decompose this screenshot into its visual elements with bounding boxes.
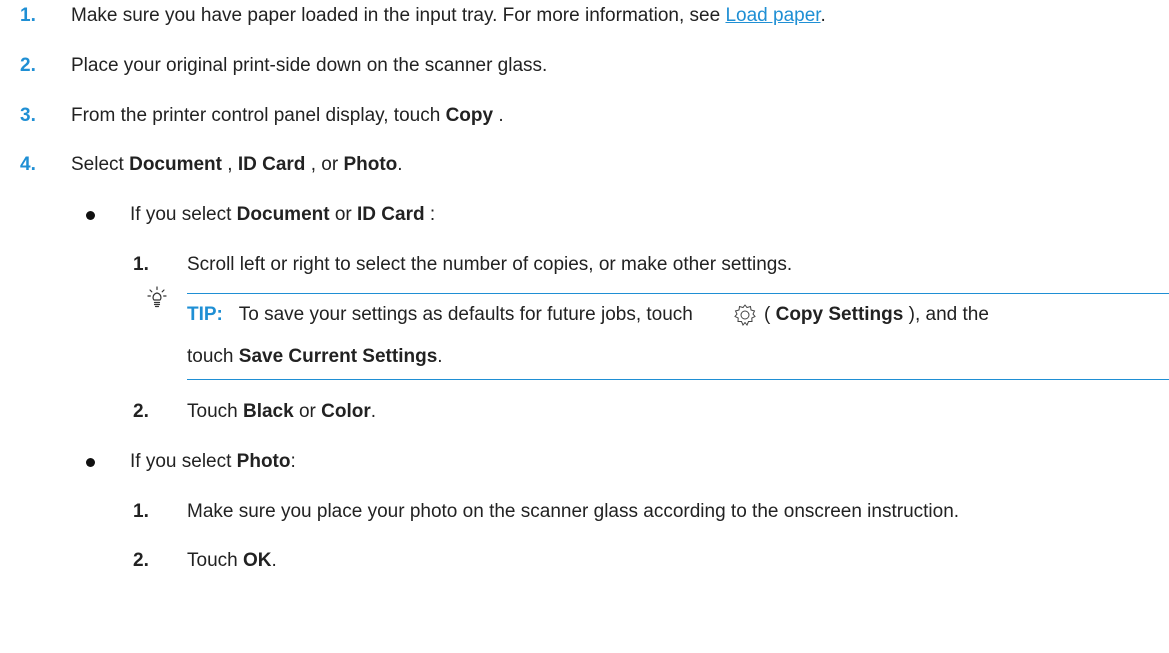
step-4-text-after: .	[397, 154, 403, 175]
doc-substep-2-mid: or	[293, 401, 322, 422]
load-paper-link[interactable]: Load paper	[725, 5, 820, 26]
step-4-number: 4.	[20, 154, 36, 175]
photo-substep-2-number: 2.	[133, 550, 149, 571]
tip-label: TIP:	[187, 304, 223, 325]
photo-substep-1-number: 1.	[133, 501, 149, 522]
photo-substep-1-text: Make sure you place your photo on the sc…	[187, 501, 960, 522]
doc-substep-2-text: Touch Black or Color.	[187, 400, 376, 424]
step-3-text-before: From the printer control panel display, …	[71, 105, 446, 126]
bullet-dot-document	[86, 211, 95, 220]
copy-label: Copy	[445, 105, 494, 126]
bullet-document-before: If you select	[130, 204, 237, 225]
photo-label: Photo	[343, 154, 398, 175]
bullet-document-bold-1: Document	[236, 204, 330, 225]
id-card-label: ID Card	[237, 154, 306, 175]
step-4-text-before: Select	[71, 154, 130, 175]
step-2-text: Place your original print-side down on t…	[71, 55, 548, 76]
bullet-document-bold-2: ID Card	[357, 204, 425, 225]
bullet-photo-text: If you select Photo:	[130, 450, 296, 474]
tip-line-2: touch Save Current Settings.	[187, 345, 443, 369]
bullet-document-after: :	[424, 204, 436, 225]
step-3-number: 3.	[20, 105, 36, 126]
save-current-settings-label: Save Current Settings	[238, 346, 438, 367]
doc-substep-2-number: 2.	[133, 401, 149, 422]
photo-substep-2-after: .	[271, 550, 277, 571]
step-1-text-after: .	[820, 5, 826, 26]
color-label: Color	[321, 401, 371, 422]
step-2-number: 2.	[20, 55, 36, 76]
lightbulb-icon	[147, 286, 167, 308]
copy-settings-label: Copy Settings	[775, 304, 904, 325]
doc-substep-2-before: Touch	[187, 401, 243, 422]
bullet-photo-after: :	[290, 451, 296, 472]
document-page: 1. Make sure you have paper loaded in th…	[0, 0, 1169, 653]
step-1-text: Make sure you have paper loaded in the i…	[71, 4, 826, 28]
step-3-text: From the printer control panel display, …	[71, 104, 504, 128]
black-label: Black	[242, 401, 294, 422]
step-4-mid-1: ,	[222, 154, 238, 175]
tip-line-1-before: To save your settings as defaults for fu…	[238, 304, 693, 325]
ok-label: OK	[242, 550, 272, 571]
doc-substep-1-number: 1.	[133, 254, 149, 275]
bullet-dot-photo	[86, 458, 95, 467]
bullet-photo-before: If you select	[130, 451, 237, 472]
step-1-text-before: Make sure you have paper loaded in the i…	[71, 5, 726, 26]
tip-bottom-rule	[187, 379, 1169, 380]
photo-substep-2-before: Touch	[187, 550, 243, 571]
bullet-photo-bold: Photo	[236, 451, 291, 472]
photo-substep-2-text: Touch OK.	[187, 549, 277, 573]
tip-line-1-after: ), and the	[903, 304, 989, 325]
step-1-number: 1.	[20, 5, 36, 26]
tip-line-2-after: .	[437, 346, 443, 367]
step-3-text-after: .	[493, 105, 504, 126]
tip-paren-open: (	[764, 304, 776, 325]
tip-line-1: TIP: To save your settings as defaults f…	[187, 303, 693, 327]
tip-line-2-before: touch	[187, 346, 239, 367]
document-label: Document	[129, 154, 222, 175]
bullet-document-text: If you select Document or ID Card :	[130, 203, 435, 227]
bullet-document-mid: or	[329, 204, 358, 225]
doc-substep-1-text: Scroll left or right to select the numbe…	[187, 254, 793, 275]
tip-line-1-rest: ( Copy Settings ), and the	[764, 303, 989, 327]
gear-icon	[731, 302, 759, 328]
doc-substep-2-after: .	[370, 401, 377, 422]
step-4-text: Select Document , ID Card , or Photo.	[71, 153, 403, 177]
step-4-mid-2: , or	[305, 154, 344, 175]
tip-top-rule	[187, 293, 1169, 294]
